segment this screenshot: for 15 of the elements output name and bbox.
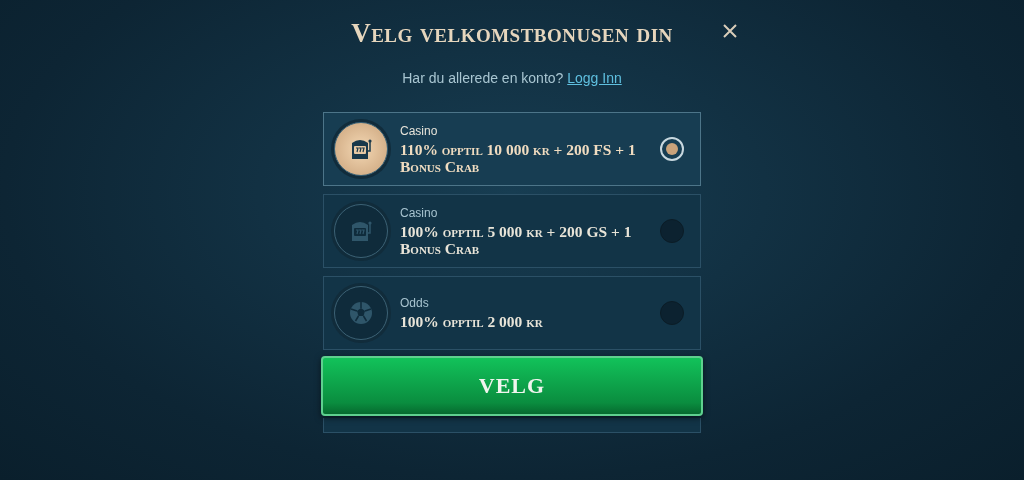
bonus-category: Casino	[400, 123, 439, 138]
bonus-option-card[interactable]: Casino 100% opptil 5 000 kr + 200 GS + 1 Bonus Crab	[323, 194, 701, 268]
bonus-offer: 110% opptil 10 000 kr + 200 FS + 1 Bonus Crab	[400, 140, 637, 175]
radio-button[interactable]	[660, 219, 684, 243]
login-prompt: Har du allerede en konto? Logg Inn	[401, 70, 623, 86]
bonus-category: Odds	[400, 296, 430, 310]
bonus-offer: 100% opptil 5 000 kr + 200 GS + 1 Bonus Crab	[400, 222, 633, 257]
football-icon	[349, 301, 373, 325]
dialog-title: Velg velkomstbonusen din	[350, 18, 674, 48]
bonus-option-card[interactable]: Casino 110% opptil 10 000 kr + 200 FS + 1 Bonus Crab	[323, 112, 701, 186]
login-link[interactable]: Logg Inn	[567, 70, 622, 86]
bonus-offer: 100% opptil 2 000 kr	[400, 313, 544, 330]
bonus-category: Casino	[400, 205, 439, 220]
bonus-option-card[interactable]: Odds 100% opptil 2 000 kr	[323, 276, 701, 350]
radio-button[interactable]	[660, 301, 684, 325]
